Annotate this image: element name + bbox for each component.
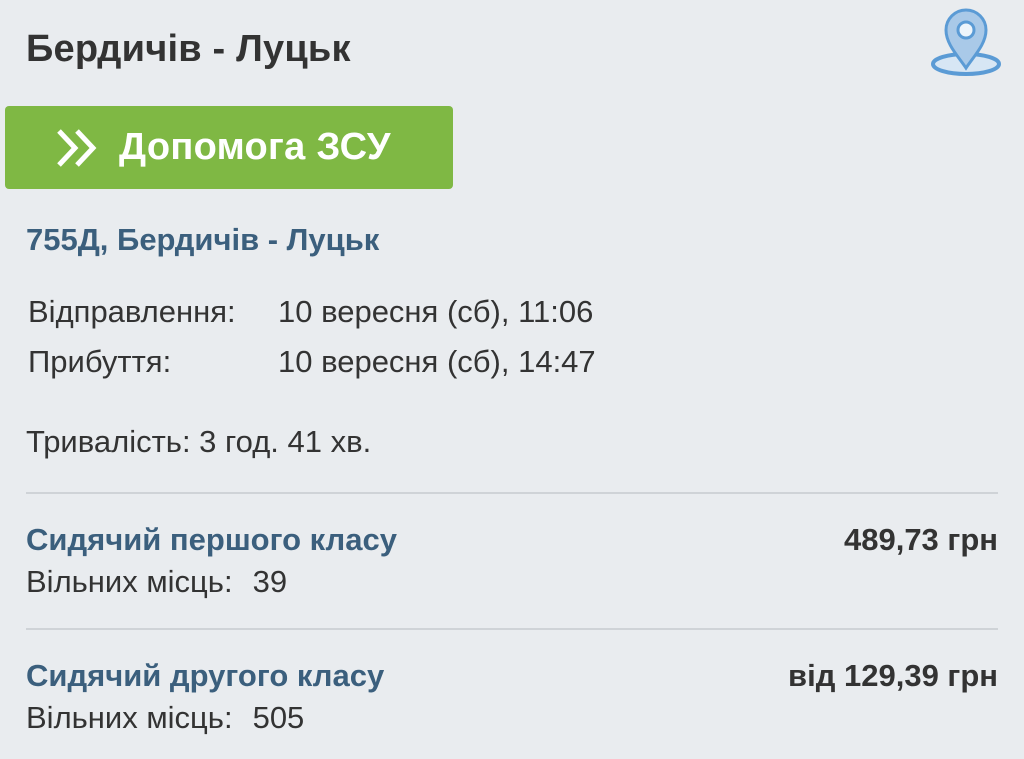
divider: [26, 492, 998, 494]
double-chevron-right-icon: [57, 128, 97, 167]
duration-text: Тривалість: 3 год. 41 хв.: [26, 424, 372, 459]
seat-class-name[interactable]: Сидячий першого класу: [26, 518, 397, 562]
seat-class-name[interactable]: Сидячий другого класу: [26, 654, 384, 698]
arrival-value: 10 вересня (сб), 14:47: [278, 344, 596, 379]
train-title-link[interactable]: 755Д, Бердичів - Луцьк: [26, 218, 379, 262]
seat-class-row: Сидячий першого класу 489,73 грн Вільних…: [26, 518, 998, 618]
free-seats-label: Вільних місць:: [26, 700, 233, 735]
arrival-row: Прибуття: 10 вересня (сб), 14:47: [28, 337, 596, 387]
schedule-block: Відправлення: 10 вересня (сб), 11:06 При…: [28, 287, 596, 387]
free-seats: Вільних місць: 39: [26, 560, 287, 604]
seat-class-price: від 129,39 грн: [788, 658, 998, 693]
help-zsu-button[interactable]: Допомога ЗСУ: [5, 106, 453, 189]
free-seats-count: 39: [252, 564, 288, 599]
help-zsu-label: Допомога ЗСУ: [119, 126, 391, 168]
page-header: Бердичів - Луцьк: [26, 8, 1004, 76]
divider: [26, 628, 998, 630]
free-seats: Вільних місць: 505: [26, 696, 304, 740]
seat-class-row: Сидячий другого класу від 129,39 грн Віл…: [26, 654, 998, 754]
departure-value: 10 вересня (сб), 11:06: [278, 294, 594, 329]
free-seats-count: 505: [252, 700, 305, 735]
map-pin-icon[interactable]: [928, 6, 1004, 80]
free-seats-label: Вільних місць:: [26, 564, 233, 599]
page-title: Бердичів - Луцьк: [26, 28, 351, 70]
departure-label: Відправлення:: [28, 294, 236, 329]
seat-class-price: 489,73 грн: [843, 522, 998, 557]
departure-row: Відправлення: 10 вересня (сб), 11:06: [28, 287, 596, 337]
arrival-label: Прибуття:: [28, 344, 172, 379]
